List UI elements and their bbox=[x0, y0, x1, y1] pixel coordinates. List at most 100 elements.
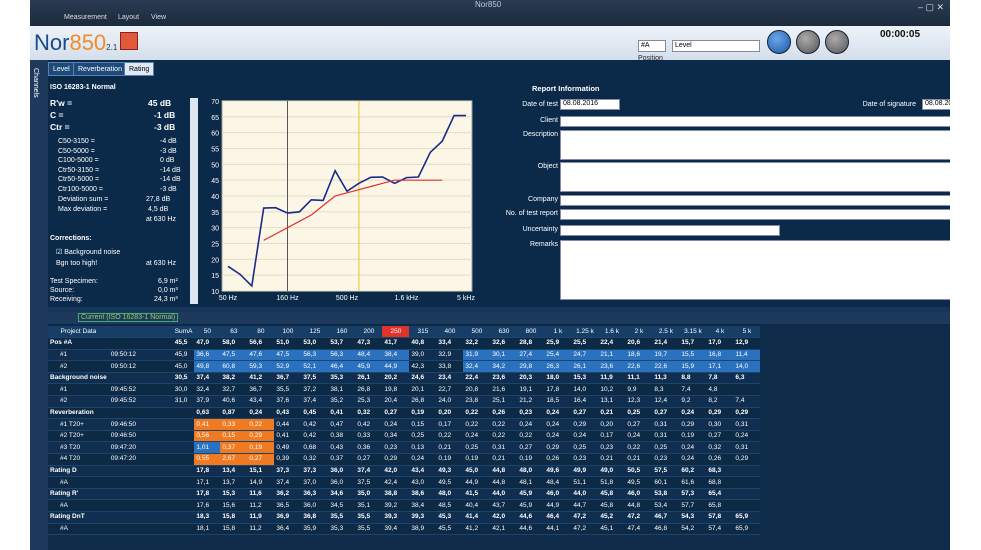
mode-select[interactable]: Level bbox=[672, 40, 760, 52]
column-header[interactable]: 800 bbox=[517, 326, 545, 339]
column-header[interactable]: 160 bbox=[328, 326, 356, 339]
column-header[interactable]: 63 bbox=[220, 326, 248, 339]
rating-chart: 10 15 20 25 30 35 40 45 50 55 60 65 70 50 Hz 160 Hz 500… bbox=[192, 95, 484, 307]
table-row[interactable]: #A 18,1 15,8 11,2 36,4 35,9 35,3 35,5 39,4 38,9 45… bbox=[48, 523, 761, 536]
column-header[interactable]: 400 bbox=[436, 326, 464, 339]
table-cell: 34,6 bbox=[328, 488, 356, 501]
table-row[interactable]: #4 T20 09:47:20 0,55 2,67 0,27 0,39 0,32 0,37 0,… bbox=[48, 453, 761, 466]
column-header[interactable]: 1.6 k bbox=[598, 326, 626, 339]
table-cell: 11,4 bbox=[733, 349, 761, 362]
column-header[interactable]: 125 bbox=[301, 326, 329, 339]
current-bar: Current (ISO 16283-1 Normal) bbox=[48, 312, 950, 324]
table-cell: 32,2 bbox=[463, 337, 491, 350]
table-cell: #2 T20+ bbox=[48, 430, 109, 443]
column-header[interactable] bbox=[152, 326, 173, 339]
table-cell: 39,4 bbox=[382, 523, 410, 536]
table-row[interactable]: #1 T20+ 09:46:50 0,41 0,33 0,22 0,44 0,42 0,47 0… bbox=[48, 418, 761, 431]
table-row[interactable]: #2 09:50:12 45,0 49,8 60,8 59,3 52,9 52,1 46,4 45… bbox=[48, 360, 761, 373]
bgn-warning: Bgn too high! bbox=[56, 260, 98, 267]
table-cell: 0,27 bbox=[382, 407, 410, 420]
table-row[interactable]: Rating R' 17,8 15,3 11,6 36,2 36,3 34,6 35,0 38,… bbox=[48, 488, 761, 501]
table-row[interactable]: #A 17,1 13,7 14,9 37,4 37,0 36,0 37,5 42,4 43,0 49… bbox=[48, 476, 761, 489]
column-header[interactable]: 315 bbox=[409, 326, 437, 339]
current-setup-label[interactable]: Current (ISO 16283-1 Normal) bbox=[78, 313, 179, 322]
column-header[interactable]: SumA bbox=[172, 326, 195, 339]
table-cell: 36,9 bbox=[274, 511, 302, 524]
table-cell: 0,45 bbox=[301, 407, 329, 420]
table-row[interactable]: Pos #A 45,5 47,0 58,0 56,6 51,0 53,0 53,7 47,3 41… bbox=[48, 337, 761, 350]
channels-sidetab[interactable]: Channels bbox=[30, 60, 48, 550]
report-field-input[interactable] bbox=[560, 195, 950, 206]
table-row[interactable]: #3 T20 09:47:20 1,01 0,37 0,19 0,49 0,68 0,43 0,… bbox=[48, 441, 761, 455]
column-header[interactable]: 250 bbox=[382, 326, 410, 339]
table-cell: 45,5 bbox=[172, 337, 195, 350]
table-cell: 0,41 bbox=[328, 407, 356, 420]
table-cell: 20,6 bbox=[625, 337, 653, 350]
column-header[interactable]: 1 k bbox=[544, 326, 572, 339]
table-cell: 45,9 bbox=[517, 488, 545, 501]
tab-rating[interactable]: Rating bbox=[124, 62, 155, 76]
report-field-input[interactable] bbox=[560, 130, 950, 160]
term-label: Ctr50-3150 = bbox=[58, 166, 100, 174]
menu-layout[interactable]: Layout bbox=[118, 14, 139, 21]
table-cell: 41,2 bbox=[247, 372, 275, 385]
table-row[interactable]: #1 09:50:12 45,9 36,6 47,5 47,6 47,5 56,3 56,3 48… bbox=[48, 349, 761, 362]
column-header[interactable]: 3.15 k bbox=[679, 326, 707, 339]
column-header[interactable]: 5 k bbox=[733, 326, 761, 339]
table-row[interactable]: Rating DnT 18,3 15,8 11,9 36,9 36,8 35,5 35,5 39… bbox=[48, 511, 761, 524]
window-controls-icon[interactable]: – ▢ ✕ bbox=[918, 2, 944, 13]
report-field-input[interactable] bbox=[560, 225, 780, 236]
bgnoise-checkbox[interactable]: ☑ Background noise bbox=[56, 248, 120, 256]
column-header[interactable] bbox=[108, 326, 153, 339]
report-field-input[interactable] bbox=[560, 162, 950, 192]
table-cell: 41,4 bbox=[463, 511, 491, 524]
table-cell bbox=[152, 418, 173, 431]
report-field-input[interactable] bbox=[560, 240, 950, 300]
table-row[interactable]: Rating D 17,8 13,4 15,1 37,3 37,3 36,0 37,4 42,0… bbox=[48, 465, 761, 478]
column-header[interactable]: 4 k bbox=[706, 326, 734, 339]
column-header[interactable]: 1.25 k bbox=[571, 326, 599, 339]
position-label: Position bbox=[638, 55, 663, 62]
table-row[interactable]: #2 09:45:52 31,0 37,9 40,6 43,4 37,6 37,4 35,2 25… bbox=[48, 395, 761, 408]
table-row[interactable]: #2 T20+ 09:46:50 0,56 0,15 0,29 0,41 0,42 0,38 0… bbox=[48, 430, 761, 443]
table-cell bbox=[108, 372, 153, 385]
column-header[interactable]: 630 bbox=[490, 326, 518, 339]
table-cell: 44,8 bbox=[490, 465, 518, 478]
date-test-field[interactable]: 08.08.2016 bbox=[560, 99, 620, 110]
table-cell: 14,0 bbox=[733, 360, 761, 373]
data-grid: Project Data SumA 50 63 80 100 125 160 200 250 315… bbox=[48, 326, 950, 550]
column-header[interactable]: 100 bbox=[274, 326, 302, 339]
column-header[interactable]: 2 k bbox=[625, 326, 653, 339]
tab-level[interactable]: Level bbox=[48, 62, 75, 76]
table-cell bbox=[152, 453, 173, 466]
menu-measurement[interactable]: Measurement bbox=[64, 14, 107, 21]
corrections-label: Corrections: bbox=[50, 235, 92, 242]
stop-icon[interactable] bbox=[825, 30, 849, 54]
table-row[interactable]: #1 09:45:52 30,0 32,4 32,7 36,7 35,5 37,2 38,1 26… bbox=[48, 383, 761, 397]
report-icon[interactable] bbox=[120, 32, 138, 50]
column-header[interactable]: 80 bbox=[247, 326, 275, 339]
report-field-input[interactable] bbox=[560, 116, 950, 127]
table-cell: 09:45:52 bbox=[108, 383, 153, 397]
column-header[interactable]: Project Data bbox=[48, 326, 109, 339]
menu-view[interactable]: View bbox=[151, 14, 166, 21]
column-header[interactable]: 50 bbox=[194, 326, 221, 339]
table-cell: 0,31 bbox=[490, 441, 518, 455]
table-cell: 54,2 bbox=[679, 523, 707, 536]
pause-icon[interactable] bbox=[796, 30, 820, 54]
table-row[interactable]: #A 17,6 15,6 11,2 36,5 36,0 34,5 35,1 39,2 38,4 48… bbox=[48, 499, 761, 512]
table-cell: Rating R' bbox=[48, 488, 109, 501]
table-row[interactable]: Background noise 30,5 37,4 38,2 41,2 36,7 37,5… bbox=[48, 372, 761, 385]
table-cell: 0,25 bbox=[571, 441, 599, 455]
column-header[interactable]: 500 bbox=[463, 326, 491, 339]
table-cell: 0,24 bbox=[679, 441, 707, 455]
column-header[interactable]: 200 bbox=[355, 326, 383, 339]
column-header[interactable]: 2.5 k bbox=[652, 326, 680, 339]
report-field-input[interactable] bbox=[560, 209, 950, 220]
position-select[interactable]: #A bbox=[638, 40, 666, 52]
specimen-label: Test Specimen: bbox=[50, 278, 98, 285]
date-sig-field[interactable]: 08.08.2016 bbox=[922, 99, 950, 110]
tab-reverberation[interactable]: Reverberation bbox=[73, 62, 127, 76]
play-icon[interactable] bbox=[767, 30, 791, 54]
table-row[interactable]: Reverberation 0,63 0,87 0,24 0,43 0,45 0,41 0,3… bbox=[48, 407, 761, 420]
